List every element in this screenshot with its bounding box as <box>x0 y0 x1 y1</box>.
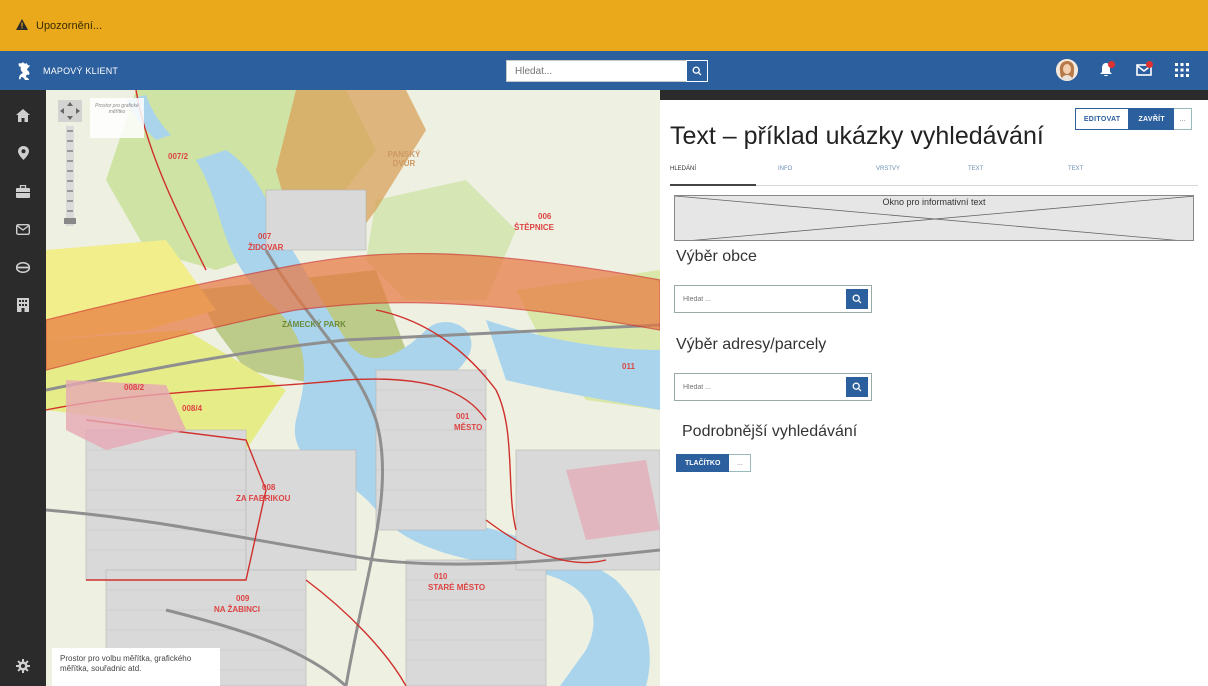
app-header: MAPOVÝ KLIENT <box>0 51 1208 90</box>
close-button[interactable]: ZAVŘÍT <box>1129 108 1174 130</box>
action-button[interactable]: TLAČÍTKO <box>676 454 730 472</box>
more-button[interactable]: ... <box>1174 108 1192 130</box>
map-label: 008 <box>262 483 276 492</box>
map-label: ŽIDOVAR <box>248 243 284 252</box>
advanced-button-group: TLAČÍTKO ... <box>676 454 752 472</box>
warning-icon <box>16 17 28 35</box>
map-label: NA ŽABINCI <box>214 605 260 614</box>
home-icon <box>16 108 30 122</box>
address-search-field <box>674 373 872 401</box>
search-icon <box>692 66 702 76</box>
edit-button[interactable]: EDITOVAT <box>1074 108 1130 130</box>
apps-button[interactable] <box>1172 60 1192 80</box>
sidebar-item-mail[interactable] <box>0 210 46 248</box>
map-label: PANSKÝ DVŮR <box>387 150 421 168</box>
map-label: ŠTĚPNICE <box>514 223 555 232</box>
section-address-title: Výběr adresy/parcely <box>676 336 827 353</box>
address-search-input[interactable] <box>678 377 846 397</box>
scale-hint-box: Prostor pro grafické měřítko <box>90 98 144 138</box>
messages-button[interactable] <box>1134 60 1154 80</box>
address-search-button[interactable] <box>846 377 868 397</box>
layers-icon <box>16 261 30 273</box>
global-search <box>506 60 708 82</box>
info-text: Okno pro informativní text <box>882 197 986 207</box>
search-icon <box>852 294 862 304</box>
sidebar-item-briefcase[interactable] <box>0 172 46 210</box>
tab-text-2[interactable]: TEXT <box>1068 166 1083 172</box>
avatar[interactable] <box>1056 59 1078 81</box>
map-label: 008/2 <box>124 383 145 392</box>
tab-layers[interactable]: VRSTVY <box>876 166 900 172</box>
map-label: STARÉ MĚSTO <box>428 583 486 592</box>
briefcase-icon <box>16 184 30 198</box>
sidebar-item-home[interactable] <box>0 96 46 134</box>
map-canvas[interactable]: 007/2 007 ŽIDOVAR 006 ŠTĚPNICE 008/2 008… <box>46 90 660 686</box>
panel-tabs: HLEDÁNÍ INFO VRSTVY TEXT TEXT <box>670 160 1198 186</box>
map-label: 008/4 <box>182 404 203 413</box>
location-pin-icon <box>17 146 29 160</box>
sidebar-item-settings[interactable] <box>0 646 46 686</box>
map-label: 007 <box>258 232 272 241</box>
sidebar-item-layers[interactable] <box>0 248 46 286</box>
notification-badge <box>1108 61 1115 68</box>
map-label: 010 <box>434 572 448 581</box>
sidebar-item-building[interactable] <box>0 286 46 324</box>
action-more-button[interactable]: ... <box>729 454 752 472</box>
tab-info[interactable]: INFO <box>778 166 792 172</box>
panel-actions: EDITOVAT ZAVŘÍT ... <box>1074 108 1192 130</box>
active-tab-indicator <box>670 184 756 186</box>
municipality-search-button[interactable] <box>846 289 868 309</box>
map-label: ZÁMECKÝ PARK <box>282 320 346 329</box>
notifications-button[interactable] <box>1096 60 1116 80</box>
info-text-box: Okno pro informativní text <box>674 195 1194 241</box>
mail-icon <box>16 223 30 235</box>
warning-bar: Upozornění... <box>0 0 1208 51</box>
warning-text[interactable]: Upozornění... <box>36 20 102 32</box>
map-label: MĚSTO <box>454 423 483 432</box>
map-label: ZA FABRIKOU <box>236 494 291 503</box>
map-label: 009 <box>236 594 250 603</box>
global-search-button[interactable] <box>686 60 708 82</box>
sidebar <box>0 90 46 686</box>
section-advanced-title: Podrobnější vyhledávání <box>682 423 858 440</box>
header-actions <box>1056 59 1192 81</box>
building-icon <box>17 298 29 312</box>
tab-search[interactable]: HLEDÁNÍ <box>670 166 696 172</box>
search-icon <box>852 382 862 392</box>
lion-logo-icon[interactable] <box>15 61 33 81</box>
app-title: MAPOVÝ KLIENT <box>43 65 119 76</box>
section-municipality-title: Výběr obce <box>676 248 757 265</box>
map-label: 001 <box>456 412 470 421</box>
tab-text-1[interactable]: TEXT <box>968 166 983 172</box>
panel-title: Text – příklad ukázky vyhledávání <box>670 122 1044 150</box>
map-label: 007/2 <box>168 152 189 161</box>
messages-badge <box>1146 61 1153 68</box>
gear-icon <box>16 659 30 673</box>
search-panel: EDITOVAT ZAVŘÍT ... Text – příklad ukázk… <box>660 100 1208 686</box>
municipality-search-field <box>674 285 872 313</box>
map-label: 006 <box>538 212 552 221</box>
apps-grid-icon <box>1175 63 1189 77</box>
scale-coordinates-box[interactable]: Prostor pro volbu měřítka, grafického mě… <box>52 648 220 686</box>
global-search-input[interactable] <box>506 60 686 82</box>
sidebar-item-location[interactable] <box>0 134 46 172</box>
map-label: 011 <box>622 362 635 371</box>
zoom-control <box>58 100 82 228</box>
municipality-search-input[interactable] <box>678 289 846 309</box>
